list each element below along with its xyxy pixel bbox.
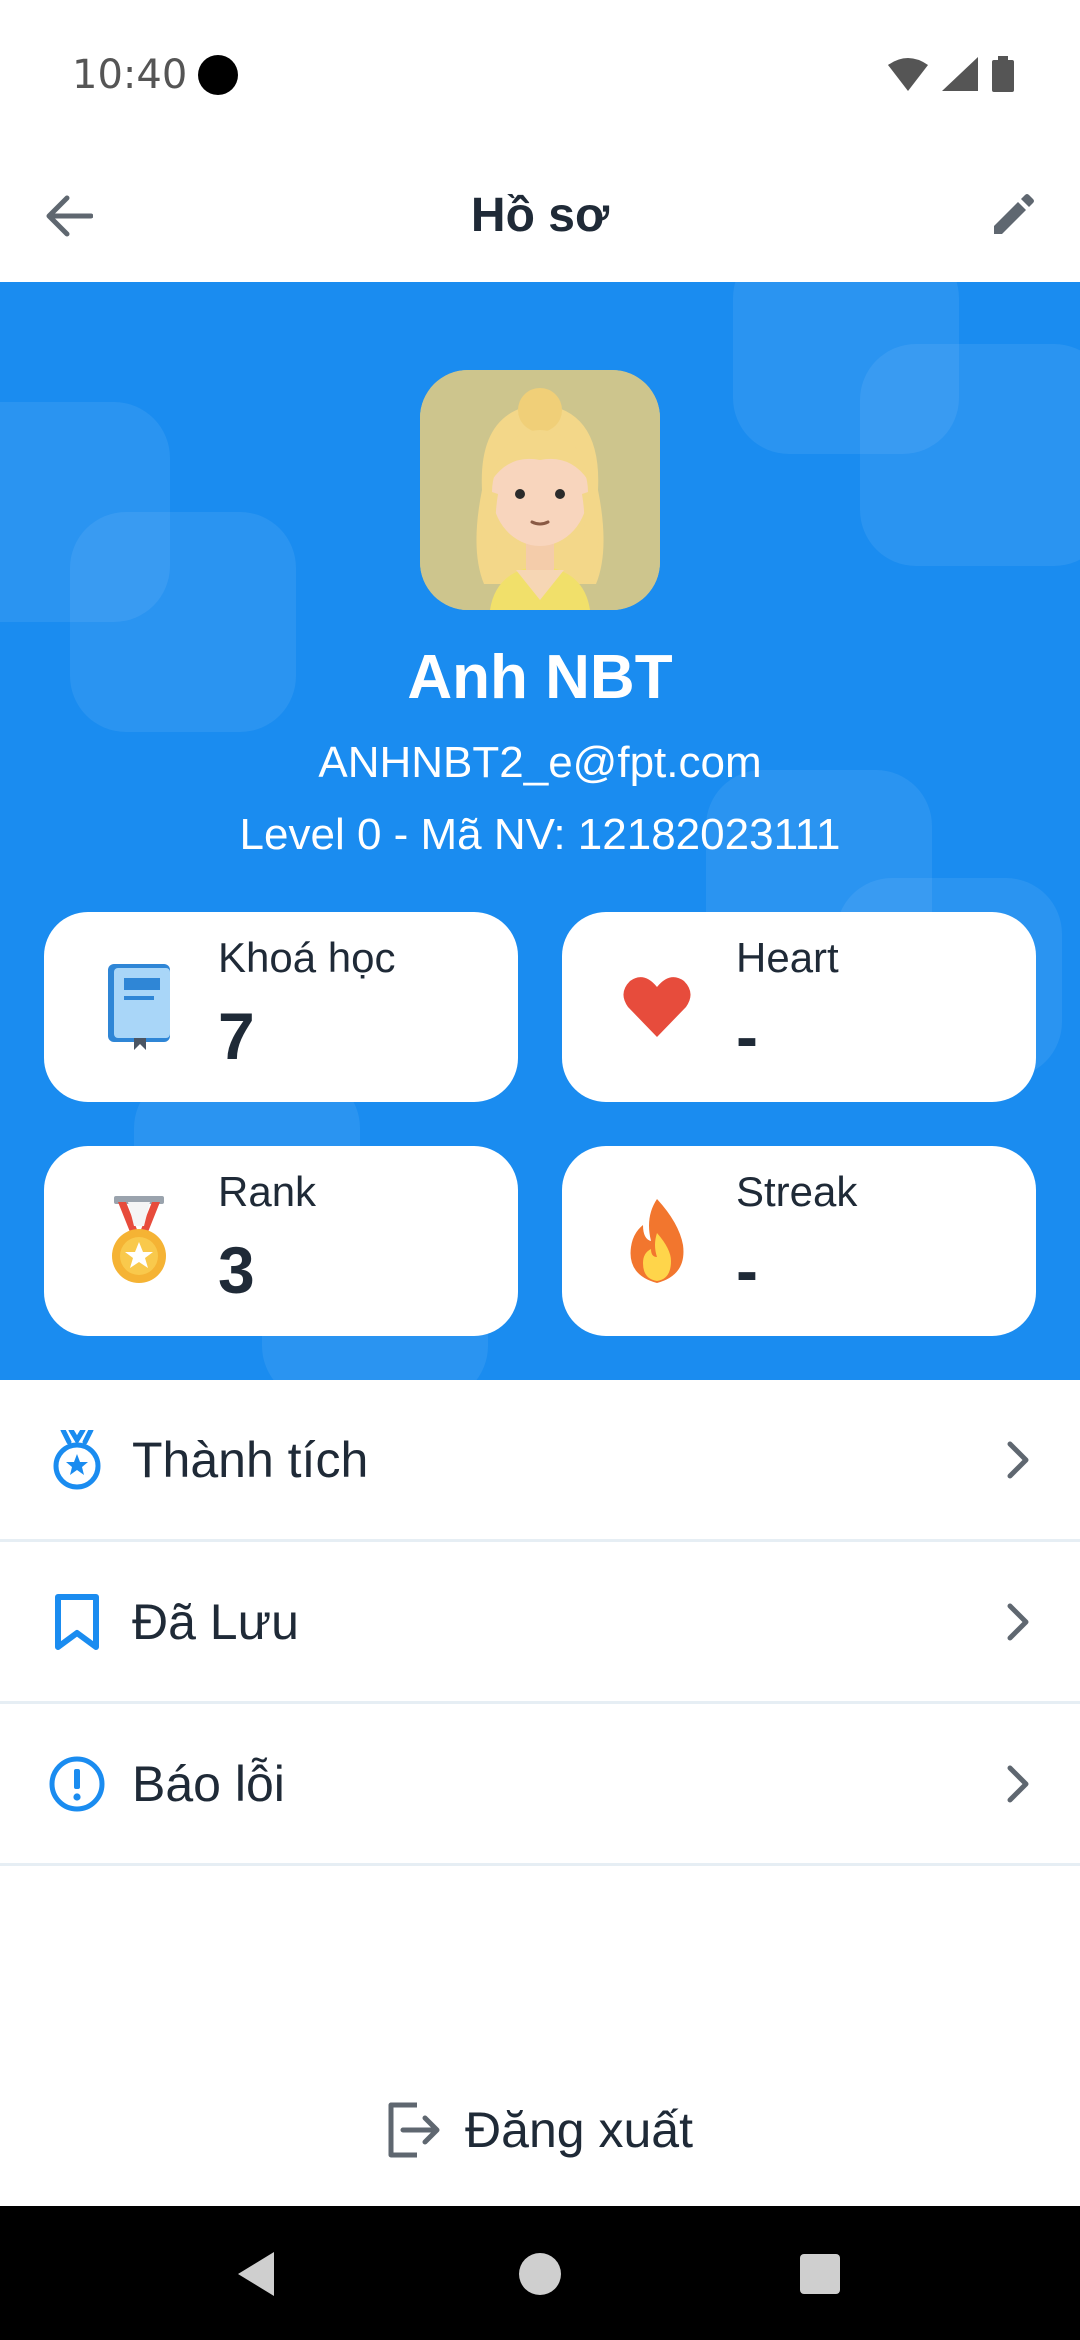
stat-card-streak[interactable]: Streak - [562, 1146, 1036, 1336]
profile-email: ANHNBT2_e@fpt.com [318, 738, 762, 787]
page-title: Hồ sơ [470, 189, 610, 242]
stat-card-heart[interactable]: Heart - [562, 912, 1036, 1102]
stat-card-rank[interactable]: Rank 3 [44, 1146, 518, 1336]
profile-level: Level 0 - Mã NV: 12182023111 [239, 810, 841, 859]
triangle-back-icon [238, 2252, 274, 2296]
logout-label: Đăng xuất [465, 2102, 693, 2158]
fire-icon [612, 1196, 702, 1286]
stat-label: Rank [218, 1168, 317, 1215]
status-time: 10:40 [72, 52, 188, 98]
status-bar: 10:40 [0, 0, 1080, 150]
decor-shape [860, 344, 1080, 566]
nav-home-button[interactable] [508, 2242, 572, 2306]
menu-item-label: Thành tích [132, 1431, 369, 1488]
chevron-right-icon [1007, 1603, 1029, 1640]
nav-recents-button[interactable] [788, 2242, 852, 2306]
circle-home-icon [519, 2253, 561, 2295]
stat-card-courses[interactable]: Khoá học 7 [44, 912, 518, 1102]
heart-icon [612, 962, 702, 1052]
nav-back-button[interactable] [224, 2242, 288, 2306]
stat-value: 7 [218, 999, 255, 1073]
logout-button[interactable]: Đăng xuất [0, 2090, 1080, 2170]
avatar-image [420, 370, 660, 610]
edit-profile-button[interactable] [980, 184, 1044, 248]
alert-circle-icon [46, 1753, 108, 1815]
wifi-icon [888, 58, 928, 91]
stat-value: 3 [218, 1233, 255, 1307]
stat-value: - [736, 1233, 758, 1307]
battery-icon [992, 56, 1014, 92]
achievement-icon [46, 1429, 108, 1491]
square-recents-icon [800, 2254, 840, 2294]
chevron-right-icon [1007, 1765, 1029, 1802]
status-icons [888, 56, 1014, 92]
profile-name: Anh NBT [407, 643, 673, 712]
signal-icon [942, 57, 978, 91]
profile-menu: Thành tích Đã Lưu Báo lỗi [0, 1380, 1080, 1866]
stat-label: Heart [736, 934, 839, 981]
menu-item-achievements[interactable]: Thành tích [0, 1380, 1080, 1542]
profile-header: Anh NBT ANHNBT2_e@fpt.com Level 0 - Mã N… [0, 282, 1080, 1380]
menu-item-label: Báo lỗi [132, 1755, 285, 1812]
medal-icon [94, 1196, 184, 1286]
menu-item-report-bug[interactable]: Báo lỗi [0, 1704, 1080, 1866]
menu-item-saved[interactable]: Đã Lưu [0, 1542, 1080, 1704]
bookmark-icon [46, 1591, 108, 1653]
menu-item-label: Đã Lưu [132, 1593, 299, 1650]
logout-icon [388, 2102, 440, 2158]
avatar[interactable] [420, 370, 660, 610]
chevron-right-icon [1007, 1441, 1029, 1478]
stat-label: Khoá học [218, 934, 396, 981]
app-bar: Hồ sơ [0, 150, 1080, 282]
system-nav-bar [0, 2206, 1080, 2340]
camera-cutout [198, 55, 238, 95]
stat-value: - [736, 999, 758, 1073]
book-icon [94, 962, 184, 1052]
pencil-icon [994, 194, 1034, 234]
stat-label: Streak [736, 1168, 858, 1215]
